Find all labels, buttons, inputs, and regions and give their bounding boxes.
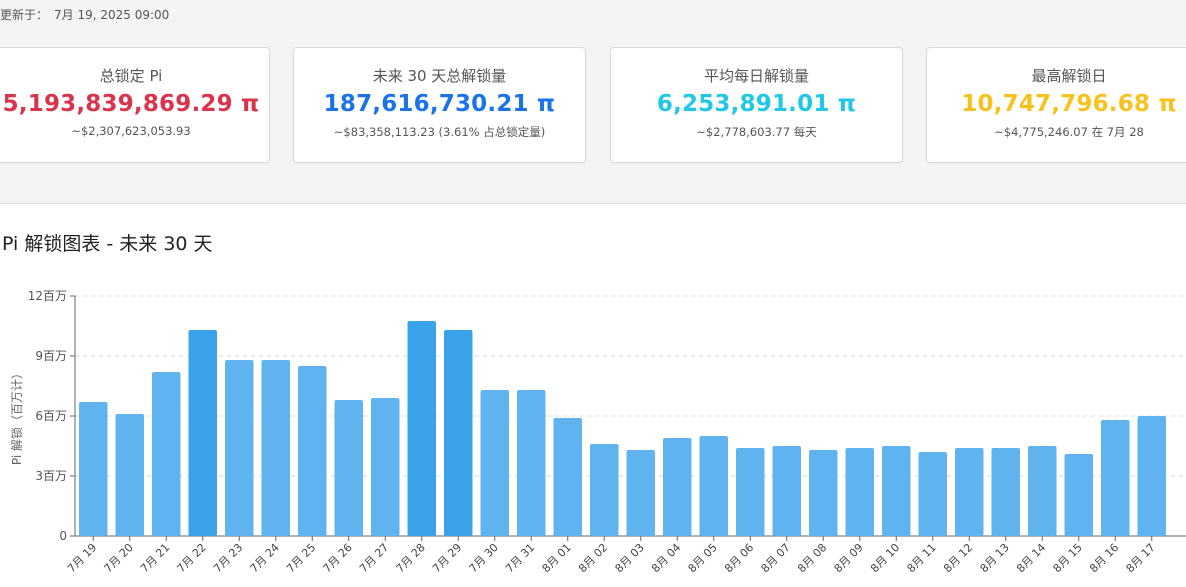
y-tick-label: 9百万 <box>35 349 67 363</box>
bar <box>1028 446 1057 536</box>
x-tick-label: 8月 10 <box>868 541 902 575</box>
x-tick-label: 8月 16 <box>1087 541 1121 575</box>
card-value: 6,253,891.01 π <box>656 91 857 117</box>
bar <box>1101 420 1130 536</box>
x-tick-label: 8月 15 <box>1051 541 1085 575</box>
bar <box>663 438 692 536</box>
card-value: 5,193,839,869.29 π <box>2 91 260 117</box>
bar <box>115 414 144 536</box>
y-tick-label: 12百万 <box>28 289 67 303</box>
x-tick-label: 7月 24 <box>248 541 282 575</box>
card-avg-daily-unlock: 平均每日解锁量 6,253,891.01 π ~$2,778,603.77 每天 <box>610 47 903 163</box>
x-tick-label: 7月 29 <box>430 541 464 575</box>
card-max-unlock-day: 最高解锁日 10,747,796.68 π ~$4,775,246.07 在 7… <box>926 47 1186 163</box>
y-axis-label: Pi 解锁（百万计） <box>9 367 24 465</box>
card-subtext: ~$4,775,246.07 在 7月 28 <box>994 125 1144 139</box>
bar <box>517 390 546 536</box>
bar <box>809 450 838 536</box>
bar <box>553 418 582 536</box>
x-tick-label: 8月 14 <box>1014 541 1048 575</box>
bar <box>626 450 655 536</box>
bar <box>991 448 1020 536</box>
summary-panel: 更新于： 7月 19, 2025 09:00 总锁定 Pi 5,193,839,8… <box>0 0 1186 204</box>
bar <box>188 330 217 536</box>
bar <box>882 446 911 536</box>
bar <box>590 444 619 536</box>
x-tick-label: 7月 28 <box>394 541 428 575</box>
card-value: 10,747,796.68 π <box>961 91 1177 117</box>
card-subtext: ~$83,358,113.23 (3.61% 占总锁定量) <box>333 125 546 139</box>
bar <box>1064 454 1093 536</box>
x-tick-label: 8月 07 <box>759 541 793 575</box>
y-tick-label: 0 <box>59 529 67 543</box>
x-tick-label: 7月 27 <box>357 541 391 575</box>
bar <box>736 448 765 536</box>
x-tick-label: 8月 13 <box>978 541 1012 575</box>
card-title: 未来 30 天总解锁量 <box>372 67 507 85</box>
bar <box>918 452 947 536</box>
x-tick-label: 8月 03 <box>613 541 647 575</box>
card-subtext: ~$2,778,603.77 每天 <box>696 125 817 139</box>
x-tick-label: 7月 19 <box>65 541 99 575</box>
card-title: 总锁定 Pi <box>99 67 163 85</box>
x-tick-label: 7月 31 <box>503 541 537 575</box>
x-tick-label: 8月 09 <box>832 541 866 575</box>
x-tick-label: 7月 20 <box>102 541 136 575</box>
x-tick-label: 7月 25 <box>284 541 318 575</box>
x-tick-label: 7月 30 <box>467 541 501 575</box>
bar <box>261 360 290 536</box>
x-tick-label: 7月 23 <box>211 541 245 575</box>
y-tick-label: 3百万 <box>35 469 67 483</box>
bar <box>79 402 108 536</box>
bar <box>334 400 363 536</box>
bar <box>298 366 327 536</box>
chart-title: Pi 解锁图表 - 未来 30 天 <box>2 233 213 255</box>
x-tick-label: 7月 22 <box>175 541 209 575</box>
card-value: 187,616,730.21 π <box>323 91 556 117</box>
card-30day-unlock: 未来 30 天总解锁量 187,616,730.21 π ~$83,358,11… <box>293 47 586 163</box>
bar <box>152 372 181 536</box>
bar <box>444 330 473 536</box>
card-title: 平均每日解锁量 <box>703 67 809 85</box>
bar <box>371 398 400 536</box>
bar <box>1137 416 1166 536</box>
bar <box>845 448 874 536</box>
x-tick-label: 8月 12 <box>941 541 975 575</box>
bar <box>955 448 984 536</box>
bar <box>407 321 436 536</box>
x-tick-label: 8月 08 <box>795 541 829 575</box>
updated-label: 更新于： <box>0 8 49 22</box>
y-tick-label: 6百万 <box>35 409 67 423</box>
bar <box>699 436 728 536</box>
unlock-bar-chart: 03百万6百万9百万12百万Pi 解锁（百万计）7月 19 7月 20 7月 21 7… <box>9 289 1186 575</box>
x-tick-label: 7月 21 <box>138 541 172 575</box>
card-total-locked: 总锁定 Pi 5,193,839,869.29 π ~$2,307,623,05… <box>0 47 270 163</box>
x-tick-label: 8月 06 <box>722 541 756 575</box>
x-tick-label: 8月 11 <box>905 541 939 575</box>
x-tick-label: 8月 05 <box>686 541 720 575</box>
last-updated: 更新于： 7月 19, 2025 09:00 <box>0 6 169 23</box>
bar <box>480 390 509 536</box>
x-tick-label: 7月 26 <box>321 541 355 575</box>
card-subtext: ~$2,307,623,053.93 <box>71 124 191 138</box>
bar <box>772 446 801 536</box>
card-title: 最高解锁日 <box>1031 67 1107 85</box>
bar <box>225 360 254 536</box>
x-tick-label: 8月 04 <box>649 541 683 575</box>
updated-value: 7月 19, 2025 09:00 <box>54 8 170 22</box>
x-tick-label: 8月 17 <box>1124 541 1158 575</box>
x-tick-label: 8月 02 <box>576 541 610 575</box>
x-tick-label: 8月 01 <box>540 541 574 575</box>
